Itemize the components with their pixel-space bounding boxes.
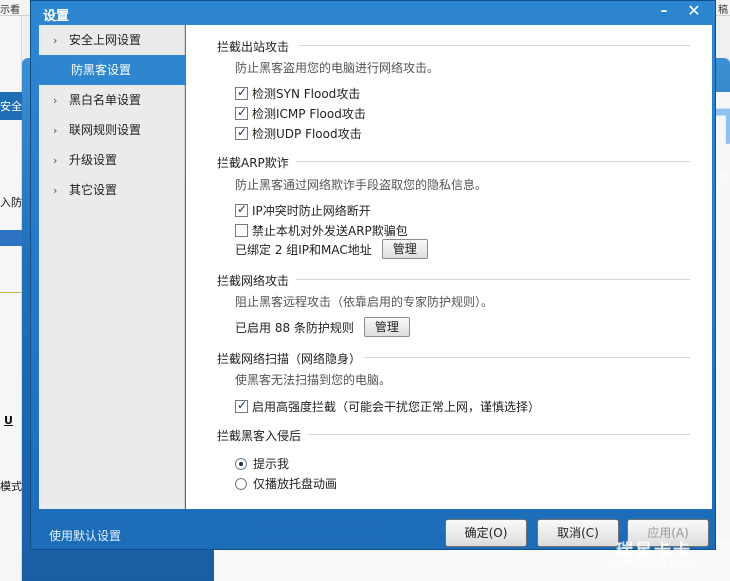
rules-count-text: 已启用 88 条防护规则 bbox=[235, 320, 354, 335]
radio-icon[interactable] bbox=[235, 457, 247, 470]
background-decoration: T bbox=[714, 100, 730, 156]
checkbox-label: 检测SYN Flood攻击 bbox=[252, 87, 361, 101]
radio-tray-animation[interactable]: 仅播放托盘动画 bbox=[235, 475, 337, 492]
radio-notify-me[interactable]: 提示我 bbox=[235, 455, 289, 472]
nav-item-safe-browsing[interactable]: › 安全上网设置 bbox=[39, 25, 185, 55]
checkbox-icon[interactable] bbox=[235, 105, 248, 120]
arp-binding-row: 已绑定 2 组IP和MAC地址 管理 bbox=[235, 239, 428, 259]
chevron-right-icon: › bbox=[53, 124, 58, 137]
background-right-text: 记P bbox=[716, 172, 726, 194]
background-blue-tab: 安全 bbox=[0, 92, 22, 120]
section-desc-scan: 使黑客无法扫描到您的电脑。 bbox=[235, 373, 392, 387]
checkbox-syn-flood[interactable]: 检测SYN Flood攻击 bbox=[235, 85, 360, 102]
checkbox-label: 启用高强度拦截（可能会干扰您正常上网，谨慎选择） bbox=[252, 400, 541, 414]
nav-item-anti-hacker[interactable]: 防黑客设置 bbox=[39, 55, 193, 85]
checkbox-label: 检测UDP Flood攻击 bbox=[252, 127, 362, 141]
radio-label: 提示我 bbox=[253, 457, 290, 471]
dialog-title: 设置 bbox=[43, 9, 70, 24]
use-default-settings-link[interactable]: 使用默认设置 bbox=[49, 527, 121, 544]
section-title-arp: 拦截ARP欺诈 bbox=[217, 156, 289, 170]
section-title-outbound: 拦截出站攻击 bbox=[217, 40, 290, 54]
checkbox-ip-conflict[interactable]: IP冲突时防止网络断开 bbox=[235, 202, 371, 219]
checkbox-block-arp-spoof[interactable]: 禁止本机对外发送ARP欺骗包 bbox=[235, 222, 408, 239]
section-title-intrusion: 拦截黑客入侵后 bbox=[217, 429, 302, 443]
checkbox-label: IP冲突时防止网络断开 bbox=[252, 204, 371, 218]
background-top-left-text: 示看 bbox=[0, 5, 20, 16]
checkbox-udp-flood[interactable]: 检测UDP Flood攻击 bbox=[235, 125, 362, 142]
watermark-url: www.ikaka.com bbox=[608, 556, 694, 569]
section-divider bbox=[308, 434, 690, 435]
nav-item-label: 升级设置 bbox=[69, 153, 118, 167]
ok-button[interactable]: 确定(O) bbox=[445, 519, 527, 547]
nav-item-upgrade[interactable]: › 升级设置 bbox=[39, 145, 185, 175]
section-desc-arp: 防止黑客通过网络欺诈手段盗取您的隐私信息。 bbox=[235, 178, 488, 192]
manage-binding-button[interactable]: 管理 bbox=[381, 239, 428, 259]
settings-dialog: 设置 – ✕ › 安全上网设置 防黑客设置 › 黑白名单设置 › 联网规则设置 › 升级… bbox=[30, 0, 716, 550]
checkbox-icon[interactable] bbox=[235, 125, 248, 140]
chevron-right-icon: › bbox=[53, 94, 58, 107]
settings-content: 拦截出站攻击 防止黑客盗用您的电脑进行网络攻击。 检测SYN Flood攻击 检… bbox=[186, 25, 712, 509]
section-divider bbox=[364, 357, 690, 358]
background-left-item: 入防 bbox=[0, 196, 22, 209]
section-title-network-attack: 拦截网络攻击 bbox=[217, 274, 290, 288]
rules-row: 已启用 88 条防护规则 管理 bbox=[235, 317, 410, 337]
background-left-item: U bbox=[4, 414, 13, 427]
nav-item-network-rules[interactable]: › 联网规则设置 bbox=[39, 115, 185, 145]
background-left-item: 模式 bbox=[0, 480, 22, 493]
checkbox-label: 检测ICMP Flood攻击 bbox=[252, 107, 366, 121]
watermark: 瑞星卡卡 www.ikaka.com bbox=[604, 536, 724, 578]
background-top-right-text: 稿 bbox=[718, 5, 728, 16]
nav-item-label: 其它设置 bbox=[69, 183, 118, 197]
chevron-right-icon: › bbox=[53, 154, 58, 167]
close-icon[interactable]: ✕ bbox=[683, 1, 705, 21]
section-divider bbox=[299, 45, 690, 46]
nav-item-label: 防黑客设置 bbox=[71, 63, 132, 77]
nav-item-label: 黑白名单设置 bbox=[69, 93, 142, 107]
section-desc-network-attack: 阻止黑客远程攻击（依靠启用的专家防护规则）。 bbox=[235, 295, 494, 309]
nav-item-other[interactable]: › 其它设置 bbox=[39, 175, 185, 205]
chevron-right-icon: › bbox=[53, 184, 58, 197]
background-divider bbox=[0, 292, 22, 293]
nav-item-label: 安全上网设置 bbox=[69, 33, 142, 47]
settings-nav: › 安全上网设置 防黑客设置 › 黑白名单设置 › 联网规则设置 › 升级设置 › 其它设… bbox=[39, 25, 193, 509]
section-divider bbox=[296, 279, 690, 280]
checkbox-label: 禁止本机对外发送ARP欺骗包 bbox=[252, 224, 408, 238]
checkbox-high-intensity[interactable]: 启用高强度拦截（可能会干扰您正常上网，谨慎选择） bbox=[235, 398, 540, 415]
section-divider bbox=[296, 161, 690, 162]
background-right-panel bbox=[714, 92, 730, 581]
checkbox-icon[interactable] bbox=[235, 398, 248, 413]
checkbox-icon[interactable] bbox=[235, 85, 248, 100]
radio-icon[interactable] bbox=[235, 477, 247, 490]
chevron-right-icon: › bbox=[53, 34, 58, 47]
checkbox-icon[interactable] bbox=[235, 202, 248, 217]
manage-rules-button[interactable]: 管理 bbox=[363, 317, 410, 337]
section-desc-outbound: 防止黑客盗用您的电脑进行网络攻击。 bbox=[235, 61, 440, 75]
background-left-bar bbox=[0, 230, 22, 246]
checkbox-icmp-flood[interactable]: 检测ICMP Flood攻击 bbox=[235, 105, 366, 122]
nav-item-label: 联网规则设置 bbox=[69, 123, 142, 137]
nav-item-black-white-list[interactable]: › 黑白名单设置 bbox=[39, 85, 185, 115]
section-title-scan: 拦截网络扫描（网络隐身） bbox=[217, 352, 362, 366]
checkbox-icon[interactable] bbox=[235, 224, 248, 237]
radio-label: 仅播放托盘动画 bbox=[253, 477, 338, 491]
minimize-icon[interactable]: – bbox=[653, 2, 675, 20]
arp-bound-text: 已绑定 2 组IP和MAC地址 bbox=[235, 242, 372, 257]
